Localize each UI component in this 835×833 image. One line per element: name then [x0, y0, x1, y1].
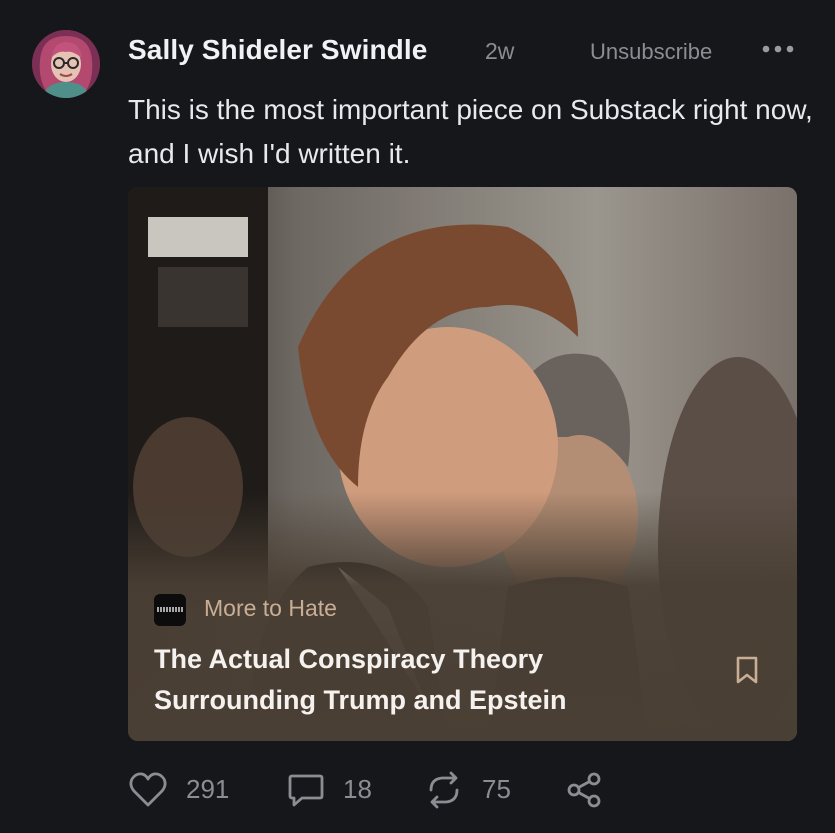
bookmark-button[interactable] [735, 655, 759, 685]
article-title-line2: Surrounding Trump and Epstein [154, 685, 567, 715]
publication-logo [154, 594, 186, 626]
post-body: This is the most important piece on Subs… [128, 94, 813, 169]
more-options-button[interactable] [761, 34, 795, 64]
post-time: 2w [485, 38, 515, 64]
publication-name[interactable]: More to Hate [204, 595, 337, 622]
post-header: Sally Shideler Swindle 2w Unsubscribe [128, 34, 795, 70]
comment-icon [288, 774, 324, 807]
author-avatar[interactable] [32, 30, 100, 98]
post: Sally Shideler Swindle 2w Unsubscribe Th… [0, 0, 835, 833]
article-title-line1: The Actual Conspiracy Theory [154, 644, 544, 674]
heart-icon [129, 772, 167, 807]
bookmark-icon [736, 656, 758, 684]
more-dots-icon [762, 45, 794, 53]
author-name[interactable]: Sally Shideler Swindle [128, 34, 427, 66]
avatar-image [32, 30, 100, 98]
article-title[interactable]: The Actual Conspiracy Theory Surrounding… [154, 639, 674, 721]
linked-article-card[interactable]: More to Hate The Actual Conspiracy Theor… [128, 187, 797, 741]
unsubscribe-button[interactable]: Unsubscribe [590, 39, 712, 65]
restack-icon [429, 771, 459, 809]
restack-count: 75 [482, 774, 511, 804]
like-count: 291 [186, 774, 230, 804]
comment-count: 18 [343, 774, 372, 804]
post-actions: 291 18 75 [128, 768, 628, 812]
share-icon [567, 772, 601, 808]
